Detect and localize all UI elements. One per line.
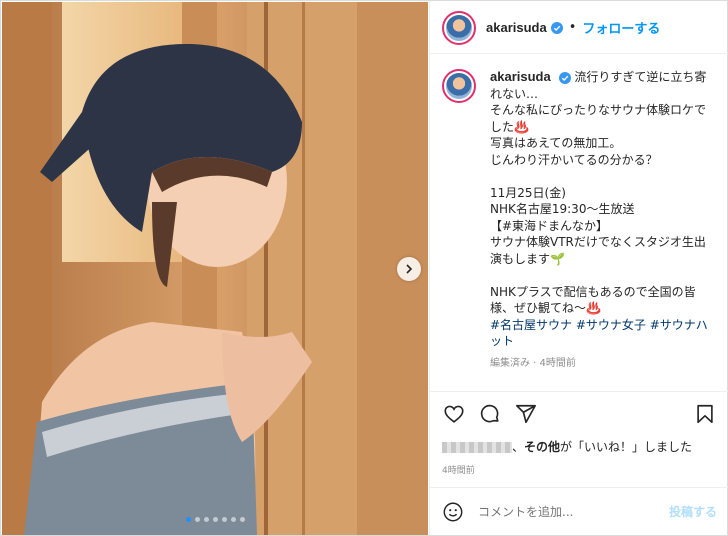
chevron-right-icon [406, 264, 413, 274]
caption-username[interactable]: akarisuda [490, 69, 551, 84]
comment-bar: 投稿する [430, 487, 728, 535]
like-button[interactable] [442, 402, 466, 426]
carousel-dot [185, 517, 191, 522]
post-header: akarisuda • フォローする [430, 2, 728, 54]
carousel-indicator [2, 517, 428, 522]
caption-text: 流行りすぎて逆に立ち寄れない… そんな私にぴったりなサウナ体験ロケでした♨️ 写… [490, 70, 707, 315]
save-button[interactable] [693, 402, 717, 426]
carousel-dot [239, 517, 245, 522]
header-separator: • [568, 20, 577, 35]
caption-hashtags[interactable]: #名古屋サウナ #サウナ女子 #サウナハット [490, 318, 708, 349]
heart-icon [444, 405, 464, 423]
action-bar [430, 391, 728, 435]
comment-input[interactable] [478, 504, 669, 519]
blurred-username [442, 442, 512, 453]
avatar[interactable] [442, 10, 476, 45]
verified-badge-icon [558, 71, 571, 84]
post-side-panel: akarisuda • フォローする akarisuda 流行りすぎて逆に立ち寄… [429, 2, 728, 535]
caption-area: akarisuda 流行りすぎて逆に立ち寄れない… そんな私にぴったりなサウナ体… [430, 55, 728, 387]
follow-button[interactable]: フォローする [582, 18, 660, 37]
carousel-dot [221, 517, 227, 522]
likes-summary[interactable]: 、その他が「いいね！」しました [442, 438, 692, 455]
comment-button[interactable] [478, 402, 502, 426]
post-comment-button[interactable]: 投稿する [669, 503, 717, 520]
carousel-dot [230, 517, 236, 522]
header-username[interactable]: akarisuda [486, 20, 547, 35]
bookmark-icon [697, 404, 713, 423]
caption-avatar[interactable] [442, 69, 476, 103]
paper-plane-icon [516, 404, 536, 423]
caption-body: akarisuda 流行りすぎて逆に立ち寄れない… そんな私にぴったりなサウナ体… [490, 69, 712, 372]
next-slide-button[interactable] [397, 257, 421, 281]
carousel-dot [212, 517, 218, 522]
smiley-icon[interactable] [442, 501, 464, 523]
verified-badge-icon [550, 21, 563, 34]
sauna-photo-image [2, 2, 428, 535]
caption-meta: 編集済み · 4時間前 [490, 357, 576, 369]
post-timestamp[interactable]: 4時間前 [442, 463, 475, 476]
comment-icon [480, 404, 499, 422]
likes-suffix: が「いいね！」しました [560, 440, 693, 454]
likes-others[interactable]: その他 [524, 440, 560, 454]
carousel-dot [194, 517, 200, 522]
post-photo[interactable] [2, 2, 428, 535]
post-modal: akarisuda • フォローする akarisuda 流行りすぎて逆に立ち寄… [0, 0, 728, 536]
share-button[interactable] [514, 402, 538, 426]
carousel-dot [203, 517, 209, 522]
